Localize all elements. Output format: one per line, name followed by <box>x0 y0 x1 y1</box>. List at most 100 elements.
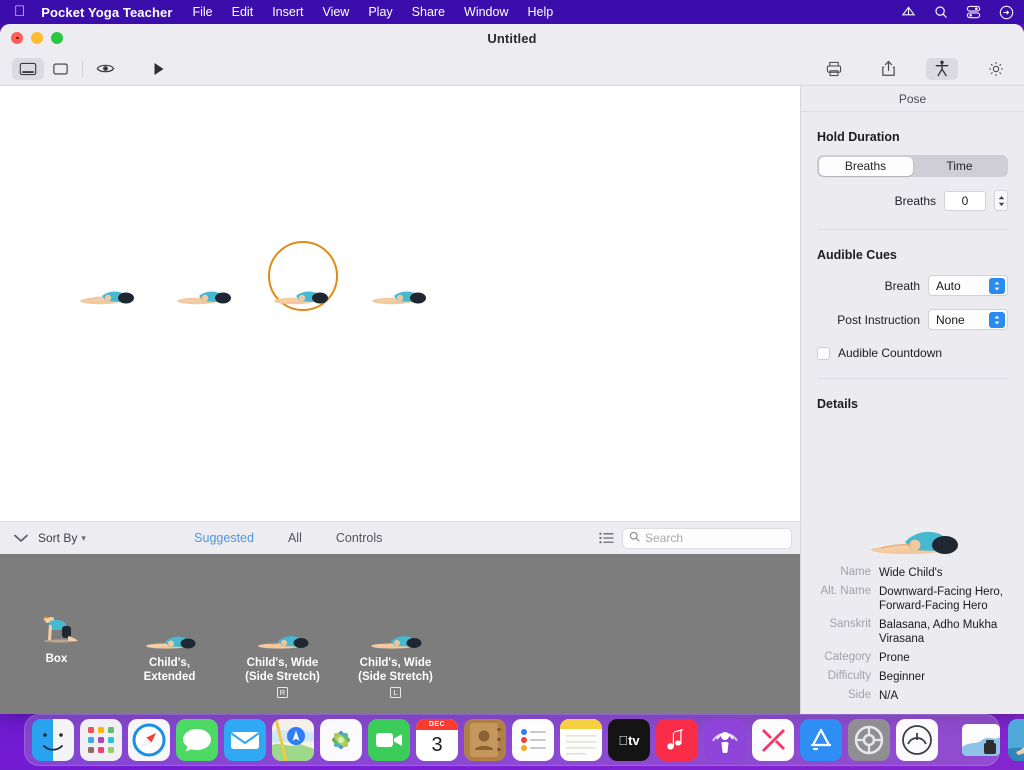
dock-item-mail[interactable] <box>224 719 266 761</box>
minimize-button[interactable] <box>31 32 43 44</box>
menu-item-insert[interactable]: Insert <box>272 5 303 19</box>
close-button[interactable] <box>11 32 23 44</box>
dock-item-appletv[interactable]: tv <box>608 719 650 761</box>
library-item-childs-wide-r[interactable]: Child's, Wide (Side Stretch) R <box>226 562 339 714</box>
audible-countdown-row: Audible Countdown <box>817 346 1008 360</box>
breaths-stepper[interactable] <box>994 190 1008 211</box>
menu-item-view[interactable]: View <box>322 5 349 19</box>
calendar-day: 3 <box>431 734 443 756</box>
dock-item-calendar[interactable]: DEC 3 <box>416 719 458 761</box>
canvas-pose-4[interactable] <box>370 276 440 316</box>
breath-cue-select[interactable]: Auto <box>928 275 1008 296</box>
dock-item-pocket-yoga-teacher[interactable] <box>1008 719 1024 761</box>
audible-countdown-checkbox[interactable] <box>817 346 830 360</box>
details-row-side: Side N/A <box>813 689 1012 703</box>
search-icon[interactable] <box>934 5 948 19</box>
tab-all[interactable]: All <box>288 531 302 545</box>
pose-inspector-icon[interactable] <box>926 57 958 80</box>
search-input[interactable]: Search <box>621 527 792 549</box>
dock-item-appstore[interactable] <box>800 719 842 761</box>
details-row-alt-name: Alt. Name Downward-Facing Hero, Forward-… <box>813 585 1012 613</box>
details-row-category: Category Prone <box>813 651 1012 665</box>
sequence-canvas[interactable] <box>0 86 801 521</box>
apple-logo-icon[interactable]:  <box>14 4 25 19</box>
canvas-pose-2[interactable] <box>175 276 245 316</box>
view-inspector-icon[interactable] <box>12 57 44 80</box>
dock-item-safari[interactable] <box>128 719 170 761</box>
dock: DEC 3 tv <box>24 714 1024 766</box>
list-view-icon[interactable] <box>599 532 614 544</box>
breath-cue-label: Breath <box>884 278 920 293</box>
dock-item-messages[interactable] <box>176 719 218 761</box>
dock-item-launchpad[interactable] <box>80 719 122 761</box>
menu-item-file[interactable]: File <box>192 5 212 19</box>
left-column: Sort By ▾ Suggested All Controls Search … <box>0 86 801 714</box>
view-single-icon[interactable] <box>44 58 76 80</box>
library-item-box[interactable]: Box <box>0 562 113 714</box>
sort-by-label[interactable]: Sort By <box>38 531 77 545</box>
pose-library[interactable]: Box Child's, Extended Child's, Wide (Sid… <box>0 554 801 714</box>
menu-app-name[interactable]: Pocket Yoga Teacher <box>41 5 172 20</box>
inspector-divider-2 <box>817 378 1008 379</box>
app-toolbar <box>0 52 1024 86</box>
zoom-button[interactable] <box>51 32 63 44</box>
dock-item-contacts[interactable] <box>464 719 506 761</box>
library-item-thumbnail <box>255 610 311 650</box>
canvas-pose-1[interactable] <box>78 276 148 316</box>
airplay-icon[interactable] <box>901 5 916 19</box>
menu-item-help[interactable]: Help <box>527 5 553 19</box>
post-instruction-row: Post Instruction None <box>817 309 1008 330</box>
breaths-row: Breaths 0 <box>817 190 1008 211</box>
dock-item-podcasts[interactable] <box>704 719 746 761</box>
library-item-childs-extended[interactable]: Child's, Extended <box>113 562 226 714</box>
play-icon[interactable] <box>143 58 175 80</box>
details-key: Sanskrit <box>829 618 871 630</box>
details-value: Downward-Facing Hero, Forward-Facing Her… <box>879 586 1003 612</box>
tab-controls[interactable]: Controls <box>336 531 383 545</box>
segment-breaths[interactable]: Breaths <box>818 156 913 176</box>
breath-cue-value: Auto <box>936 278 961 293</box>
dock-item-news[interactable] <box>752 719 794 761</box>
breaths-input[interactable]: 0 <box>944 190 986 211</box>
preview-eye-icon[interactable] <box>89 58 121 80</box>
dock-item-system-settings[interactable] <box>848 719 890 761</box>
dock-item-reminders[interactable] <box>512 719 554 761</box>
details-key: Side <box>847 689 871 701</box>
share-icon[interactable] <box>872 58 904 80</box>
dock-item-photos[interactable] <box>320 719 362 761</box>
tab-suggested[interactable]: Suggested <box>194 531 254 545</box>
dock-item-facetime[interactable] <box>368 719 410 761</box>
library-item-thumbnail <box>32 606 82 646</box>
search-placeholder: Search <box>644 531 683 545</box>
dock-item-notes[interactable] <box>560 719 602 761</box>
details-key: Alt. Name <box>820 585 872 597</box>
traffic-light-group <box>11 32 63 44</box>
print-icon[interactable] <box>818 58 850 80</box>
side-badge-right: R <box>277 687 288 698</box>
dock-item-pocket-yoga[interactable] <box>896 719 938 761</box>
post-instruction-label: Post Instruction <box>837 312 920 327</box>
library-item-childs-wide-l[interactable]: Child's, Wide (Side Stretch) L <box>339 562 452 714</box>
chevron-updown-icon <box>989 277 1005 294</box>
dock-item-preview-window[interactable] <box>960 719 1002 761</box>
post-instruction-select[interactable]: None <box>928 309 1008 330</box>
canvas-pose-3[interactable] <box>272 276 342 316</box>
dock-item-music[interactable] <box>656 719 698 761</box>
menu-item-edit[interactable]: Edit <box>232 5 254 19</box>
dock-item-maps[interactable] <box>272 719 314 761</box>
details-table: Name Wide Child's Alt. Name Downward-Fac… <box>813 566 1012 703</box>
menu-item-play[interactable]: Play <box>368 5 392 19</box>
control-center-icon[interactable] <box>966 5 981 19</box>
segment-time[interactable]: Time <box>913 157 1007 176</box>
search-icon <box>629 531 640 545</box>
menu-item-share[interactable]: Share <box>412 5 445 19</box>
menu-item-window[interactable]: Window <box>464 5 508 19</box>
details-row-difficulty: Difficulty Beginner <box>813 670 1012 684</box>
dock-item-finder[interactable] <box>32 719 74 761</box>
chevron-down-icon[interactable] <box>8 534 34 543</box>
library-item-label: Child's, Extended <box>143 657 196 683</box>
settings-gear-icon[interactable] <box>980 58 1012 80</box>
siri-icon[interactable] <box>999 5 1014 20</box>
toolbar-divider <box>82 60 83 77</box>
sort-by-caret-icon[interactable]: ▾ <box>81 533 86 544</box>
